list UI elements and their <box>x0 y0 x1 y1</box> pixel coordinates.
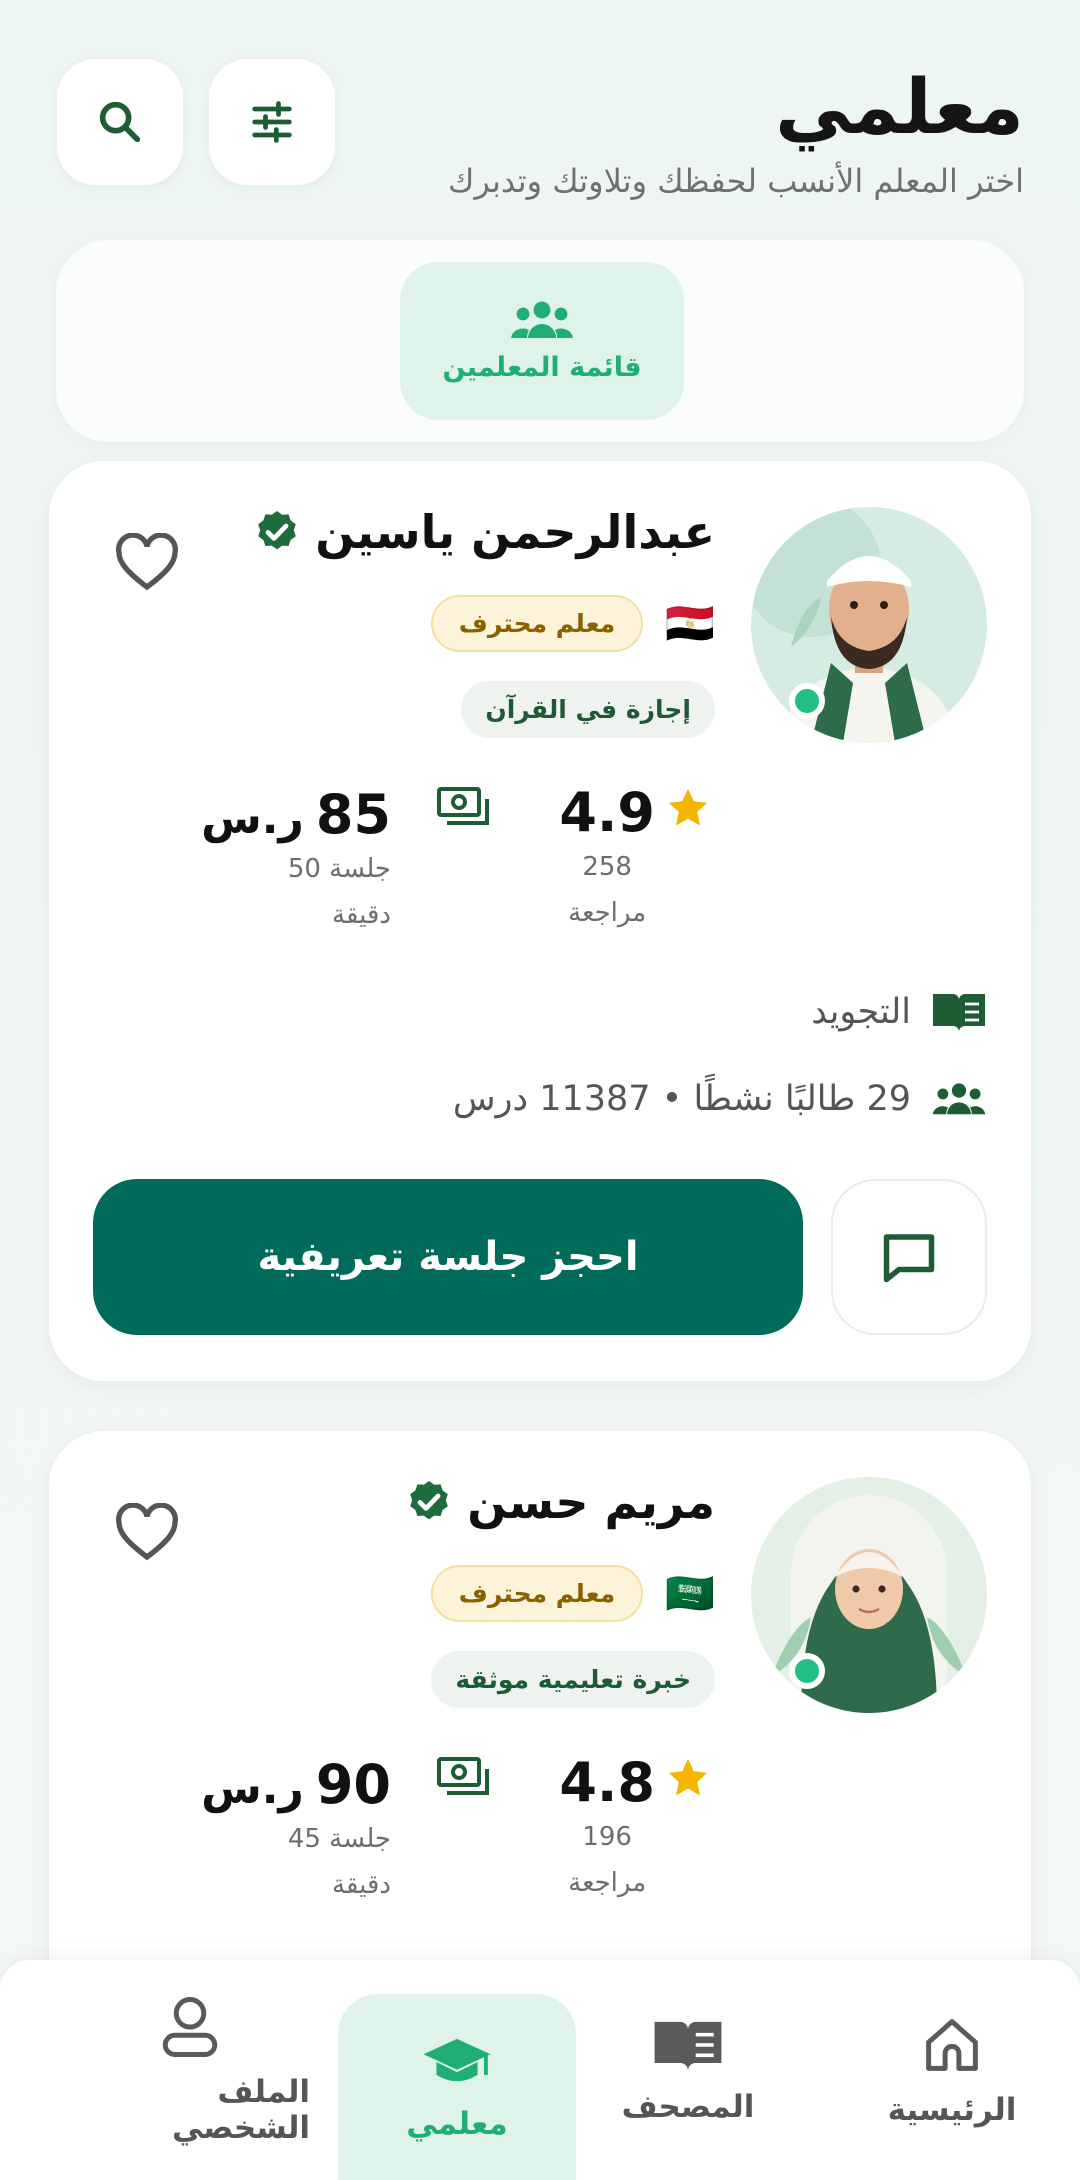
heart-icon <box>116 532 178 591</box>
specialty-text: التجويد <box>811 992 911 1032</box>
favorite-button[interactable] <box>115 532 179 597</box>
teacher-card: عبدالرحمن ياسين 🇪🇬 معلم محترف إجازة في ا… <box>48 460 1032 1382</box>
level-badge: معلم محترف <box>430 595 644 652</box>
online-status-dot <box>789 1653 825 1689</box>
price-block: 85 ر.س جلسة 50 دقيقة <box>201 783 391 938</box>
teacher-name-row: مريم حسن <box>405 1475 715 1529</box>
open-book-icon <box>933 994 985 1032</box>
message-button[interactable] <box>831 1179 987 1335</box>
home-icon <box>926 2019 978 2071</box>
rating-value: 4.8 <box>559 1751 655 1814</box>
nav-label: الرئيسية <box>887 2092 1017 2128</box>
teacher-avatar <box>751 507 987 743</box>
bottom-navigation: الرئيسية المصحف معلمي الملف الشخصي <box>0 1960 1080 2180</box>
rating-block: 4.8 196 مراجعة <box>559 1751 655 1906</box>
level-badge: معلم محترف <box>430 1565 644 1622</box>
badges-row: 🇪🇬 معلم محترف <box>430 595 715 652</box>
nav-item-home[interactable]: الرئيسية <box>832 1960 1072 2180</box>
teacher-avatar <box>751 1477 987 1713</box>
page-title: معلمي <box>775 62 1024 151</box>
reviews-label: مراجعة <box>568 898 647 928</box>
favorite-button[interactable] <box>115 1502 179 1567</box>
group-icon <box>932 1083 986 1115</box>
price-value: 90 <box>315 1753 391 1816</box>
price-row: 90 ر.س <box>201 1753 391 1816</box>
price-currency: ر.س <box>201 793 304 844</box>
cash-icon <box>437 1757 489 1795</box>
stats-row: 29 طالبًا نشطًا • 11387 درس <box>453 1079 987 1119</box>
session-duration: جلسة 45 دقيقة <box>287 1824 391 1900</box>
verified-icon <box>410 1481 448 1520</box>
price-block: 90 ر.س جلسة 45 دقيقة <box>201 1753 391 1908</box>
filter-button[interactable] <box>208 58 336 186</box>
reviews-label: مراجعة <box>568 1868 647 1898</box>
book-icon <box>654 2021 722 2071</box>
teacher-name: عبدالرحمن ياسين <box>315 505 715 559</box>
country-flag-icon: 🇸🇦 <box>665 1570 715 1617</box>
price-value: 85 <box>315 783 391 846</box>
nav-label: معلمي <box>406 2106 508 2142</box>
star-icon <box>668 788 708 826</box>
nav-item-mushaf[interactable]: المصحف <box>568 1960 808 2180</box>
sliders-icon <box>252 101 292 143</box>
badges-row: 🇸🇦 معلم محترف <box>430 1565 715 1622</box>
cash-icon <box>437 787 489 825</box>
price-currency: ر.س <box>201 1763 304 1814</box>
students-lessons-text: 29 طالبًا نشطًا • 11387 درس <box>452 1079 911 1119</box>
search-button[interactable] <box>56 58 184 186</box>
online-status-dot <box>789 683 825 719</box>
chat-icon <box>883 1234 935 1283</box>
heart-icon <box>116 1502 178 1561</box>
credential-badge: إجازة في القرآن <box>461 681 715 738</box>
session-duration: جلسة 50 دقيقة <box>287 854 391 930</box>
book-intro-session-button[interactable]: احجز جلسة تعريفية <box>93 1179 803 1335</box>
page-header: معلمي اختر المعلم الأنسب لحفظك وتلاوتك و… <box>56 40 1024 210</box>
reviews-count: 258 <box>582 852 632 882</box>
reviews-count: 196 <box>582 1822 632 1852</box>
teacher-name: مريم حسن <box>467 1475 715 1529</box>
tab-teachers-list[interactable]: قائمة المعلمين <box>400 262 684 420</box>
price-row: 85 ر.س <box>201 783 391 846</box>
teacher-name-row: عبدالرحمن ياسين <box>253 505 715 559</box>
tabs-bar: قائمة المعلمين <box>56 240 1024 442</box>
specialty-row: التجويد <box>811 989 987 1035</box>
star-icon <box>668 1758 708 1796</box>
credential-badge: خبرة تعليمية موثقة <box>431 1651 715 1708</box>
user-icon <box>162 1997 218 2057</box>
group-icon <box>511 301 573 338</box>
verified-icon <box>258 511 297 550</box>
nav-label: المصحف <box>621 2089 755 2125</box>
page-subtitle: اختر المعلم الأنسب لحفظك وتلاوتك وتدبرك <box>447 162 1024 200</box>
country-flag-icon: 🇪🇬 <box>665 600 715 647</box>
rating-block: 4.9 258 مراجعة <box>559 781 655 936</box>
nav-item-my-teacher[interactable]: معلمي <box>338 1994 576 2180</box>
nav-label: الملف الشخصي <box>171 2074 310 2146</box>
tab-label: قائمة المعلمين <box>442 351 642 383</box>
graduation-cap-icon <box>423 2038 491 2082</box>
rating-value: 4.9 <box>559 781 655 844</box>
nav-item-profile[interactable]: الملف الشخصي <box>70 1960 310 2180</box>
search-icon <box>99 101 141 143</box>
